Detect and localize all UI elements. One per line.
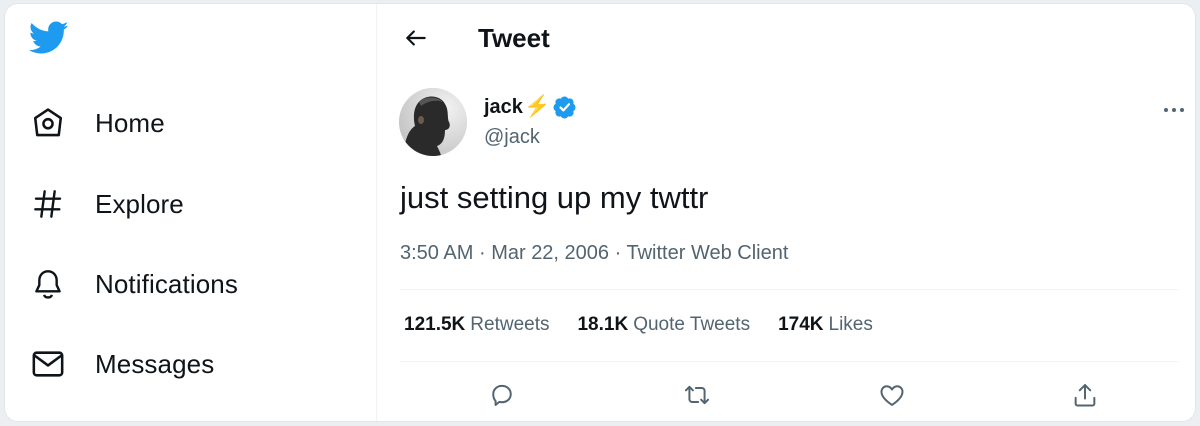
- envelope-icon: [29, 345, 67, 383]
- divider: [400, 289, 1178, 290]
- tweet-time[interactable]: 3:50 AM: [400, 242, 473, 264]
- likes-stat[interactable]: 174K Likes: [778, 313, 873, 337]
- meta-separator: ·: [478, 242, 486, 264]
- author-name-emoji: ⚡: [523, 95, 551, 118]
- hashtag-icon: [29, 185, 67, 223]
- stat-label: Retweets: [470, 314, 550, 335]
- arrow-left-icon: [406, 30, 426, 46]
- tweet-stats: 121.5K Retweets 18.1K Quote Tweets 174K Lik…: [404, 313, 901, 337]
- share-button[interactable]: [1068, 378, 1102, 412]
- author-name[interactable]: jack: [484, 94, 523, 120]
- sidebar-item-explore[interactable]: Explore: [29, 182, 184, 226]
- sidebar-item-label: Explore: [95, 188, 184, 219]
- app-window: Home Explore Notifications Messages Twee…: [4, 3, 1196, 422]
- tweet-client[interactable]: Twitter Web Client: [626, 242, 788, 264]
- twitter-bird-icon[interactable]: [28, 21, 69, 57]
- sidebar-item-messages[interactable]: Messages: [29, 342, 214, 386]
- avatar[interactable]: [399, 88, 467, 156]
- more-options-button[interactable]: [1158, 96, 1190, 124]
- sidebar-item-notifications[interactable]: Notifications: [29, 262, 238, 306]
- home-icon: [29, 104, 67, 142]
- reply-button[interactable]: [485, 378, 519, 412]
- sidebar-item-label: Notifications: [95, 268, 238, 299]
- stat-label: Likes: [828, 314, 873, 335]
- tweet-date[interactable]: Mar 22, 2006: [491, 242, 609, 264]
- stat-label: Quote Tweets: [633, 314, 751, 335]
- sidebar-item-label: Home: [95, 107, 165, 138]
- retweet-button[interactable]: [680, 378, 714, 412]
- stat-value: 174K: [778, 314, 824, 335]
- like-icon: [880, 385, 904, 406]
- sidebar-item-label: Messages: [95, 348, 215, 379]
- tweet-detail: Tweet jack ⚡ @jack just setting up my tw…: [378, 4, 1195, 421]
- tweet-text: just setting up my twttr: [400, 180, 709, 215]
- retweet-icon: [684, 385, 710, 405]
- share-icon: [1074, 384, 1096, 407]
- sidebar-item-home[interactable]: Home: [29, 101, 165, 145]
- reply-icon: [492, 384, 512, 406]
- author-handle[interactable]: @jack: [484, 124, 540, 150]
- page-title: Tweet: [478, 23, 550, 53]
- stat-value: 18.1K: [577, 314, 629, 335]
- stat-value: 121.5K: [404, 314, 466, 335]
- like-button[interactable]: [875, 378, 909, 412]
- more-horizontal-icon: [1164, 108, 1184, 112]
- sidebar: Home Explore Notifications Messages: [5, 4, 377, 421]
- bell-icon: [29, 265, 67, 303]
- divider: [400, 361, 1178, 362]
- back-button[interactable]: [398, 20, 434, 56]
- quote-tweets-stat[interactable]: 18.1K Quote Tweets: [577, 313, 750, 337]
- retweets-stat[interactable]: 121.5K Retweets: [404, 313, 549, 337]
- verified-badge-icon: [553, 96, 576, 119]
- meta-separator: ·: [614, 242, 622, 264]
- author-name-row[interactable]: jack ⚡: [484, 94, 577, 120]
- tweet-meta: 3:50 AM · Mar 22, 2006 · Twitter Web Cli…: [400, 240, 788, 266]
